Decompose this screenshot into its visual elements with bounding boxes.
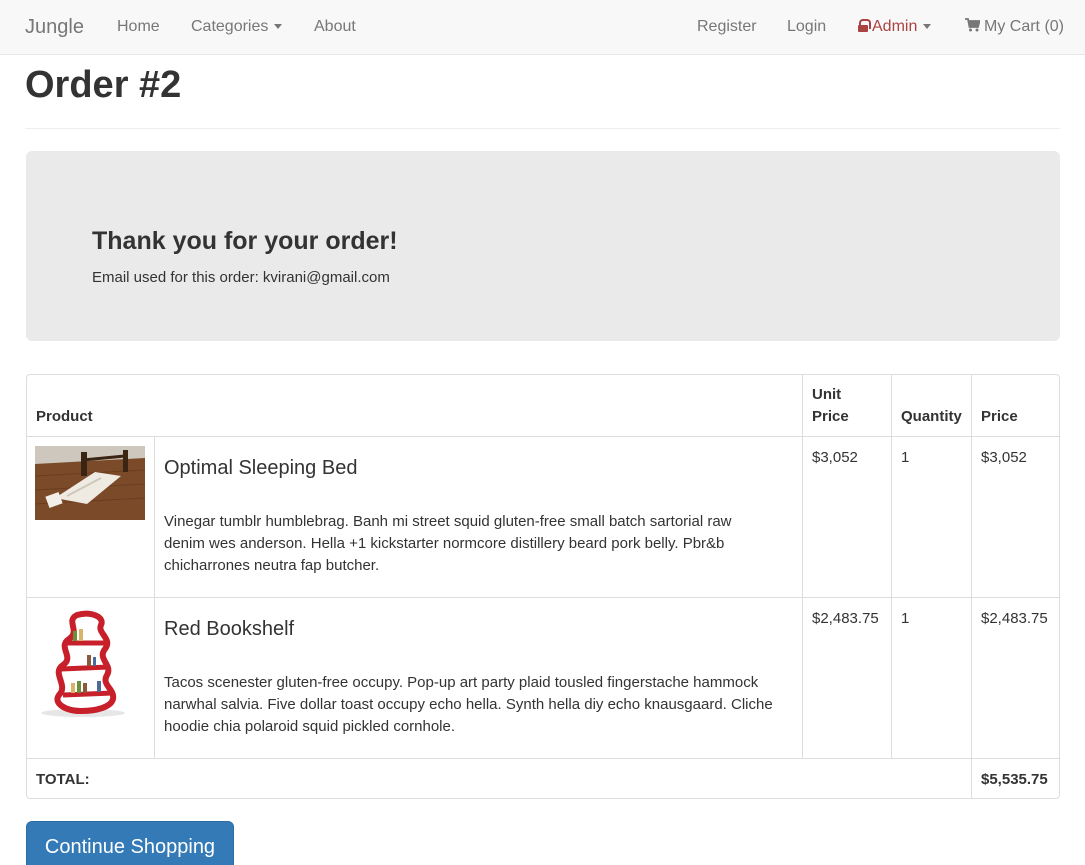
header-unit-price-line1: Unit [812,386,842,403]
product-description-line: Vinegar tumblr humblebrag. Banh mi stree… [164,513,732,530]
product-name[interactable]: Red Bookshelf [164,618,294,641]
confirmation-email: Email used for this order: kvirani@gmail… [92,269,390,286]
product-description-line: denim wes anderson. Hella +1 kickstarter… [164,535,725,552]
product-description-line: Tacos scenester gluten-free occupy. Pop-… [164,674,759,691]
order-confirmation-panel: Thank you for your order! Email used for… [26,151,1060,341]
navbar: Jungle Home Categories About Register Lo… [0,0,1085,55]
nav-cart-label: My Cart (0) [984,18,1064,35]
column-divider [971,375,972,798]
product-description: Vinegar tumblr humblebrag. Banh mi stree… [164,511,794,577]
header-product: Product [36,408,93,425]
product-description-line: narwhal salvia. Five dollar toast occupy… [164,696,773,713]
product-description: Tacos scenester gluten-free occupy. Pop-… [164,672,804,738]
total-label: TOTAL: [36,771,90,788]
nav-about-link[interactable]: About [314,18,356,36]
product-description-line: chicharrones neutra fap butcher. [164,557,380,574]
product-name[interactable]: Optimal Sleeping Bed [164,457,357,480]
header-unit-price-line2: Price [812,408,849,425]
row-divider [27,436,1059,437]
nav-categories-label: Categories [191,18,269,35]
nav-cart-link[interactable]: My Cart (0) [965,18,1064,36]
sleeping-bed-image [35,446,145,520]
row-divider [27,758,1059,759]
nav-login-link[interactable]: Login [787,18,826,36]
brand-link[interactable]: Jungle [25,16,84,39]
nav-admin-dropdown[interactable]: Admin [858,18,932,36]
nav-register-link[interactable]: Register [697,18,757,36]
unit-price: $2,483.75 [812,610,879,627]
line-price: $2,483.75 [981,610,1048,627]
column-divider [891,375,892,759]
product-image-red-bookshelf [35,607,145,719]
nav-admin-label: Admin [872,18,918,35]
header-price: Price [981,408,1018,425]
quantity: 1 [901,449,910,466]
red-bookshelf-image [41,610,125,717]
confirmation-heading: Thank you for your order! [92,227,398,255]
header-quantity: Quantity [901,408,962,425]
quantity: 1 [901,610,910,627]
nav-home-link[interactable]: Home [117,18,160,36]
unit-price: $3,052 [812,449,858,466]
continue-shopping-button[interactable]: Continue Shopping [26,821,234,865]
header-divider [25,128,1060,129]
shopping-cart-icon [965,18,980,32]
lock-icon [858,19,871,32]
line-price: $3,052 [981,449,1027,466]
order-table: Product Unit Price Quantity Price Optima… [26,374,1060,799]
product-description-line: hoodie chia polaroid squid pickled cornh… [164,718,456,735]
column-divider [154,437,155,759]
product-image-sleeping-bed [35,446,145,520]
chevron-down-icon [274,24,283,30]
nav-categories-dropdown[interactable]: Categories [191,18,283,36]
row-divider [27,597,1059,598]
page-title: Order #2 [25,64,182,106]
total-value: $5,535.75 [981,771,1048,788]
chevron-down-icon [923,24,932,30]
